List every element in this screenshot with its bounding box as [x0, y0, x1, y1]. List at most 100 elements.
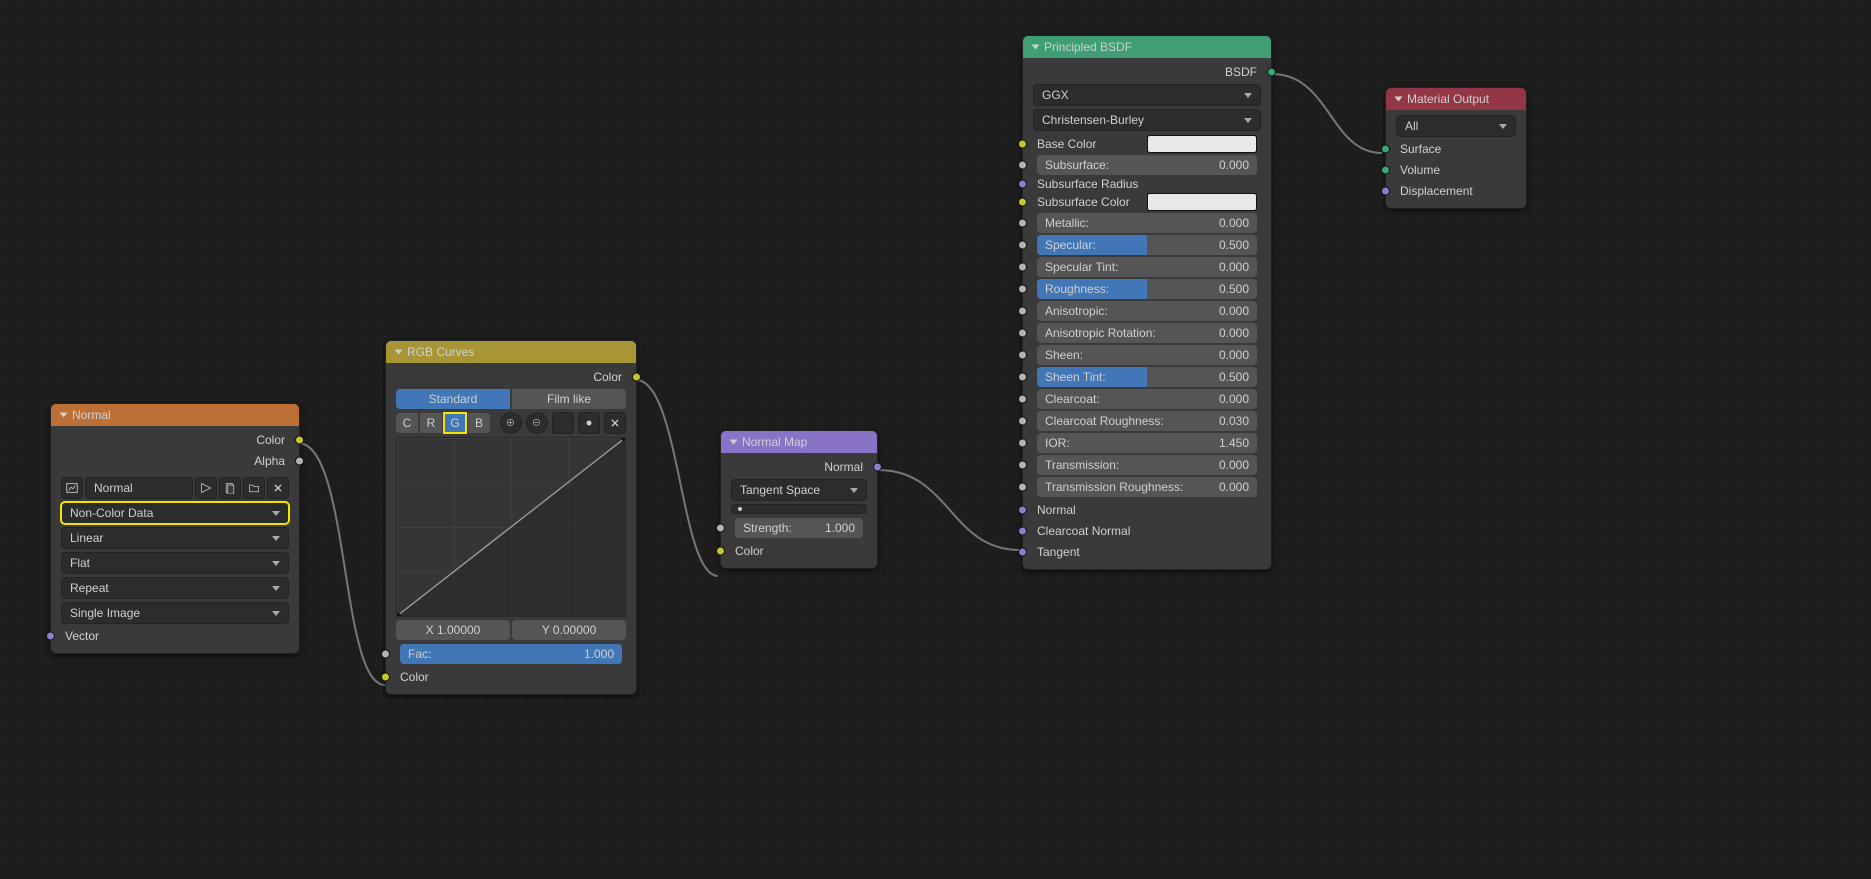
socket-color-in[interactable] — [716, 547, 725, 556]
value-slider[interactable]: Roughness:0.500 — [1037, 279, 1257, 299]
space-dropdown[interactable]: Tangent Space — [731, 479, 867, 501]
value-slider[interactable]: Sheen:0.000 — [1037, 345, 1257, 365]
tools-dropdown-icon[interactable] — [552, 412, 574, 434]
value-slider[interactable]: Clearcoat Roughness:0.030 — [1037, 411, 1257, 431]
fac-slider[interactable]: Fac: 1.000 — [400, 644, 622, 664]
socket-color-out[interactable] — [295, 436, 304, 445]
color-well[interactable] — [1147, 193, 1257, 211]
distribution-dropdown[interactable]: GGX — [1033, 84, 1261, 106]
socket-in[interactable] — [1018, 161, 1027, 170]
node-header[interactable]: Principled BSDF — [1023, 36, 1271, 58]
value-slider[interactable]: Specular:0.500 — [1037, 235, 1257, 255]
value-field[interactable]: IOR:1.450 — [1037, 433, 1257, 453]
socket-in[interactable] — [1018, 329, 1027, 338]
value-slider[interactable]: Metallic:0.000 — [1037, 213, 1257, 233]
new-image-icon[interactable] — [219, 477, 241, 499]
collapse-icon[interactable] — [60, 413, 68, 418]
socket-tangent-in[interactable] — [1018, 548, 1027, 557]
curve-y-field[interactable]: Y 0.00000 — [512, 620, 626, 640]
socket-clearcoat-normal-in[interactable] — [1018, 527, 1027, 536]
value-slider[interactable]: Transmission Roughness:0.000 — [1037, 477, 1257, 497]
socket-color-out[interactable] — [632, 373, 641, 382]
node-header[interactable]: Material Output — [1386, 88, 1526, 110]
node-header[interactable]: Normal Map — [721, 431, 877, 453]
value-slider[interactable]: Sheen Tint:0.500 — [1037, 367, 1257, 387]
image-browse-icon[interactable] — [61, 477, 83, 499]
curve-editor[interactable] — [396, 437, 626, 617]
tone-standard[interactable]: Standard — [396, 389, 510, 409]
sss-method-dropdown[interactable]: Christensen-Burley — [1033, 109, 1261, 131]
value-slider[interactable]: Anisotropic Rotation:0.000 — [1037, 323, 1257, 343]
curve-x-field[interactable]: X 1.00000 — [396, 620, 510, 640]
channel-b[interactable]: B — [468, 413, 490, 433]
tone-segmented[interactable]: Standard Film like — [396, 389, 626, 409]
collapse-icon[interactable] — [1395, 97, 1403, 102]
socket-in[interactable] — [1018, 307, 1027, 316]
socket-in[interactable] — [1018, 395, 1027, 404]
value-slider[interactable]: Anisotropic:0.000 — [1037, 301, 1257, 321]
socket-in[interactable] — [1018, 263, 1027, 272]
image-name-field[interactable]: Normal — [85, 477, 193, 499]
collapse-icon[interactable] — [730, 440, 738, 445]
node-material-output[interactable]: Material Output All Surface Volume Displ… — [1385, 87, 1527, 209]
value-slider[interactable]: Clearcoat:0.000 — [1037, 389, 1257, 409]
socket-bsdf-out[interactable] — [1267, 68, 1276, 77]
color-well[interactable] — [1147, 135, 1257, 153]
extension-dropdown[interactable]: Repeat — [61, 577, 289, 599]
node-header[interactable]: Normal — [51, 404, 299, 426]
socket-surface-in[interactable] — [1381, 145, 1390, 154]
socket-in[interactable] — [1018, 439, 1027, 448]
socket-color-in[interactable] — [381, 673, 390, 682]
node-image-texture[interactable]: Normal Color Alpha Normal — [50, 403, 300, 654]
value-slider[interactable]: Transmission:0.000 — [1037, 455, 1257, 475]
collapse-icon[interactable] — [395, 350, 403, 355]
node-normal-map[interactable]: Normal Map Normal Tangent Space Strength… — [720, 430, 878, 569]
socket-normal-in[interactable] — [1018, 506, 1027, 515]
source-dropdown[interactable]: Single Image — [61, 602, 289, 624]
uvmap-dropdown[interactable] — [731, 504, 867, 514]
socket-in[interactable] — [1018, 241, 1027, 250]
collapse-icon[interactable] — [1032, 45, 1040, 50]
open-image-icon[interactable] — [243, 477, 265, 499]
channel-r[interactable]: R — [420, 413, 442, 433]
value-slider[interactable]: Subsurface:0.000 — [1037, 155, 1257, 175]
socket-in[interactable] — [1018, 461, 1027, 470]
socket-in[interactable] — [1018, 351, 1027, 360]
socket-in[interactable] — [1018, 180, 1027, 189]
socket-normal-out[interactable] — [873, 463, 882, 472]
chevron-down-icon — [850, 488, 858, 493]
clipping-icon[interactable] — [578, 412, 600, 434]
socket-in[interactable] — [1018, 219, 1027, 228]
socket-in[interactable] — [1018, 285, 1027, 294]
interpolation-dropdown[interactable]: Linear — [61, 527, 289, 549]
socket-volume-in[interactable] — [1381, 166, 1390, 175]
unlink-image-icon[interactable] — [267, 477, 289, 499]
target-dropdown[interactable]: All — [1396, 115, 1516, 137]
socket-in[interactable] — [1018, 140, 1027, 149]
socket-in[interactable] — [1018, 417, 1027, 426]
node-header[interactable]: RGB Curves — [386, 341, 636, 363]
node-rgb-curves[interactable]: RGB Curves Color Standard Film like C R … — [385, 340, 637, 695]
colorspace-dropdown[interactable]: Non-Color Data — [61, 502, 289, 524]
fake-user-icon[interactable] — [195, 477, 217, 499]
node-principled-bsdf[interactable]: Principled BSDF BSDF GGX Christensen-Bur… — [1022, 35, 1272, 570]
socket-strength-in[interactable] — [716, 524, 725, 533]
chevron-down-icon — [272, 586, 280, 591]
socket-alpha-out[interactable] — [295, 457, 304, 466]
channel-g[interactable]: G — [444, 413, 466, 433]
socket-in[interactable] — [1018, 198, 1027, 207]
zoom-in-icon[interactable] — [500, 412, 522, 434]
strength-slider[interactable]: Strength: 1.000 — [735, 518, 863, 538]
value-slider[interactable]: Specular Tint:0.000 — [1037, 257, 1257, 277]
socket-vector-in[interactable] — [46, 632, 55, 641]
channel-c[interactable]: C — [396, 413, 418, 433]
socket-fac-in[interactable] — [381, 650, 390, 659]
tone-filmlike[interactable]: Film like — [512, 389, 626, 409]
delete-point-icon[interactable] — [604, 412, 626, 434]
socket-in[interactable] — [1018, 483, 1027, 492]
socket-in[interactable] — [1018, 373, 1027, 382]
zoom-out-icon[interactable] — [526, 412, 548, 434]
projection-dropdown[interactable]: Flat — [61, 552, 289, 574]
bsdf-prop-row: Clearcoat Roughness:0.030 — [1033, 410, 1261, 432]
socket-displacement-in[interactable] — [1381, 187, 1390, 196]
